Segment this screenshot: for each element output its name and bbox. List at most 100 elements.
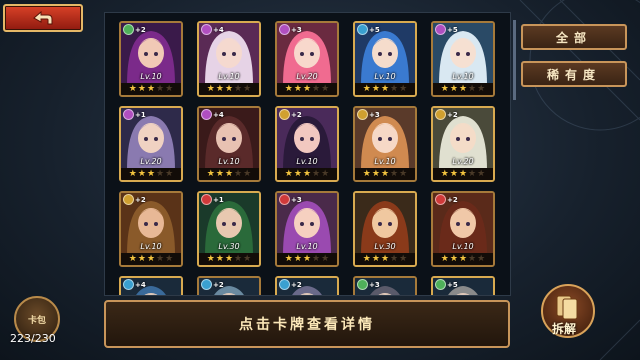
element-gem-icon (279, 279, 290, 290)
hero-card[interactable]: +2 (275, 276, 339, 295)
card-upgrade-badge: +4 (123, 279, 146, 290)
card-plus-level: +2 (135, 195, 146, 204)
star-icon: ★ (146, 168, 156, 179)
hint-bar: 点击卡牌查看详情 (104, 300, 510, 348)
card-level: Lv.10 (140, 72, 162, 81)
scrollbar[interactable] (513, 20, 516, 100)
star-icon: ★ (362, 83, 371, 94)
card-upgrade-badge: +5 (435, 24, 458, 35)
hero-card[interactable]: +2 (197, 276, 261, 295)
star-icon: ★ (165, 83, 174, 94)
star-icon: ★ (390, 253, 399, 264)
card-stars: ★ ★ ★ ★ ★ (121, 253, 181, 265)
star-icon: ★ (477, 168, 486, 179)
star-icon: ★ (234, 168, 243, 179)
star-icon: ★ (215, 83, 224, 94)
star-icon: ★ (312, 253, 321, 264)
card-plus-level: +2 (135, 25, 146, 34)
card-plus-level: +5 (369, 25, 380, 34)
element-gem-icon (279, 109, 290, 120)
star-icon: ★ (302, 168, 312, 179)
card-stars: ★ ★ ★ ★ ★ (277, 253, 337, 265)
star-icon: ★ (449, 168, 458, 179)
star-icon: ★ (165, 253, 174, 264)
card-plus-level: +5 (447, 280, 458, 289)
card-grid: +2 Lv.10 ★ ★ ★ ★ ★ +4 Lv.10 ★ ★ ★ ★ ★ +3 Lv.20 ★ ★ ★ ★ ★ +5 Lv… (119, 21, 495, 295)
card-upgrade-badge: +1 (201, 194, 224, 205)
star-icon: ★ (321, 168, 330, 179)
hero-card[interactable]: +4 (119, 276, 183, 295)
filter-rarity-button[interactable]: 稀有度 (521, 61, 627, 87)
star-icon: ★ (224, 83, 234, 94)
card-plus-level: +2 (291, 110, 302, 119)
filter-all-button[interactable]: 全部 (521, 24, 627, 50)
card-level: Lv.10 (296, 157, 318, 166)
element-gem-icon (279, 194, 290, 205)
hero-card[interactable]: +3 (353, 276, 417, 295)
card-upgrade-badge: +2 (201, 279, 224, 290)
hero-card[interactable]: +1 Lv.30 ★ ★ ★ ★ ★ (197, 191, 261, 267)
star-icon: ★ (362, 168, 371, 179)
card-level: Lv.30 (374, 242, 396, 251)
card-plus-level: +2 (447, 195, 458, 204)
star-icon: ★ (468, 253, 477, 264)
card-upgrade-badge: +3 (357, 109, 380, 120)
card-level: Lv.20 (296, 72, 318, 81)
star-icon: ★ (284, 168, 293, 179)
star-icon: ★ (390, 83, 399, 94)
star-icon: ★ (458, 83, 468, 94)
hero-card[interactable]: Lv.30 ★ ★ ★ ★ ★ (353, 191, 417, 267)
card-plus-level: +2 (447, 110, 458, 119)
card-stars: ★ ★ ★ ★ ★ (121, 168, 181, 180)
card-level: Lv.10 (218, 72, 240, 81)
hero-card[interactable]: +2 Lv.10 ★ ★ ★ ★ ★ (119, 191, 183, 267)
card-stars: ★ ★ ★ ★ ★ (355, 168, 415, 180)
card-stars: ★ ★ ★ ★ ★ (433, 168, 493, 180)
decompose-label: 拆解 (552, 322, 577, 336)
back-arrow-icon (33, 10, 53, 25)
card-level: Lv.10 (374, 157, 396, 166)
star-icon: ★ (440, 168, 449, 179)
card-level: Lv.10 (374, 72, 396, 81)
hero-card[interactable]: +2 Lv.10 ★ ★ ★ ★ ★ (119, 21, 183, 97)
star-icon: ★ (284, 83, 293, 94)
star-icon: ★ (399, 253, 408, 264)
element-gem-icon (123, 24, 134, 35)
element-gem-icon (201, 194, 212, 205)
hero-card[interactable]: +2 Lv.20 ★ ★ ★ ★ ★ (431, 106, 495, 182)
hero-card[interactable]: +5 Lv.10 ★ ★ ★ ★ ★ (431, 21, 495, 97)
element-gem-icon (201, 279, 212, 290)
back-button[interactable] (3, 4, 83, 32)
star-icon: ★ (440, 83, 449, 94)
card-level: Lv.20 (452, 157, 474, 166)
element-gem-icon (435, 24, 446, 35)
card-level: Lv.10 (296, 242, 318, 251)
hero-card[interactable]: +2 Lv.10 ★ ★ ★ ★ ★ (431, 191, 495, 267)
hero-card[interactable]: +3 Lv.20 ★ ★ ★ ★ ★ (275, 21, 339, 97)
card-plus-level: +3 (291, 25, 302, 34)
star-icon: ★ (137, 253, 146, 264)
card-grid-panel[interactable]: +2 Lv.10 ★ ★ ★ ★ ★ +4 Lv.10 ★ ★ ★ ★ ★ +3 Lv.20 ★ ★ ★ ★ ★ +5 Lv… (104, 12, 511, 296)
star-icon: ★ (458, 168, 468, 179)
star-icon: ★ (137, 83, 146, 94)
hero-card[interactable]: +3 Lv.10 ★ ★ ★ ★ ★ (275, 191, 339, 267)
star-icon: ★ (146, 253, 156, 264)
hero-card[interactable]: +4 Lv.10 ★ ★ ★ ★ ★ (197, 106, 261, 182)
card-plus-level: +4 (213, 110, 224, 119)
card-stars: ★ ★ ★ ★ ★ (277, 168, 337, 180)
star-icon: ★ (206, 253, 215, 264)
element-gem-icon (435, 279, 446, 290)
card-stars: ★ ★ ★ ★ ★ (199, 83, 259, 95)
hero-card[interactable]: +5 (431, 276, 495, 295)
star-icon: ★ (321, 253, 330, 264)
hero-card[interactable]: +3 Lv.10 ★ ★ ★ ★ ★ (353, 106, 417, 182)
hero-card[interactable]: +4 Lv.10 ★ ★ ★ ★ ★ (197, 21, 261, 97)
card-level: Lv.30 (218, 242, 240, 251)
hero-card[interactable]: +5 Lv.10 ★ ★ ★ ★ ★ (353, 21, 417, 97)
star-icon: ★ (380, 253, 390, 264)
hero-card[interactable]: +1 Lv.20 ★ ★ ★ ★ ★ (119, 106, 183, 182)
star-icon: ★ (243, 83, 252, 94)
hero-card[interactable]: +2 Lv.10 ★ ★ ★ ★ ★ (275, 106, 339, 182)
element-gem-icon (123, 279, 134, 290)
star-icon: ★ (399, 168, 408, 179)
